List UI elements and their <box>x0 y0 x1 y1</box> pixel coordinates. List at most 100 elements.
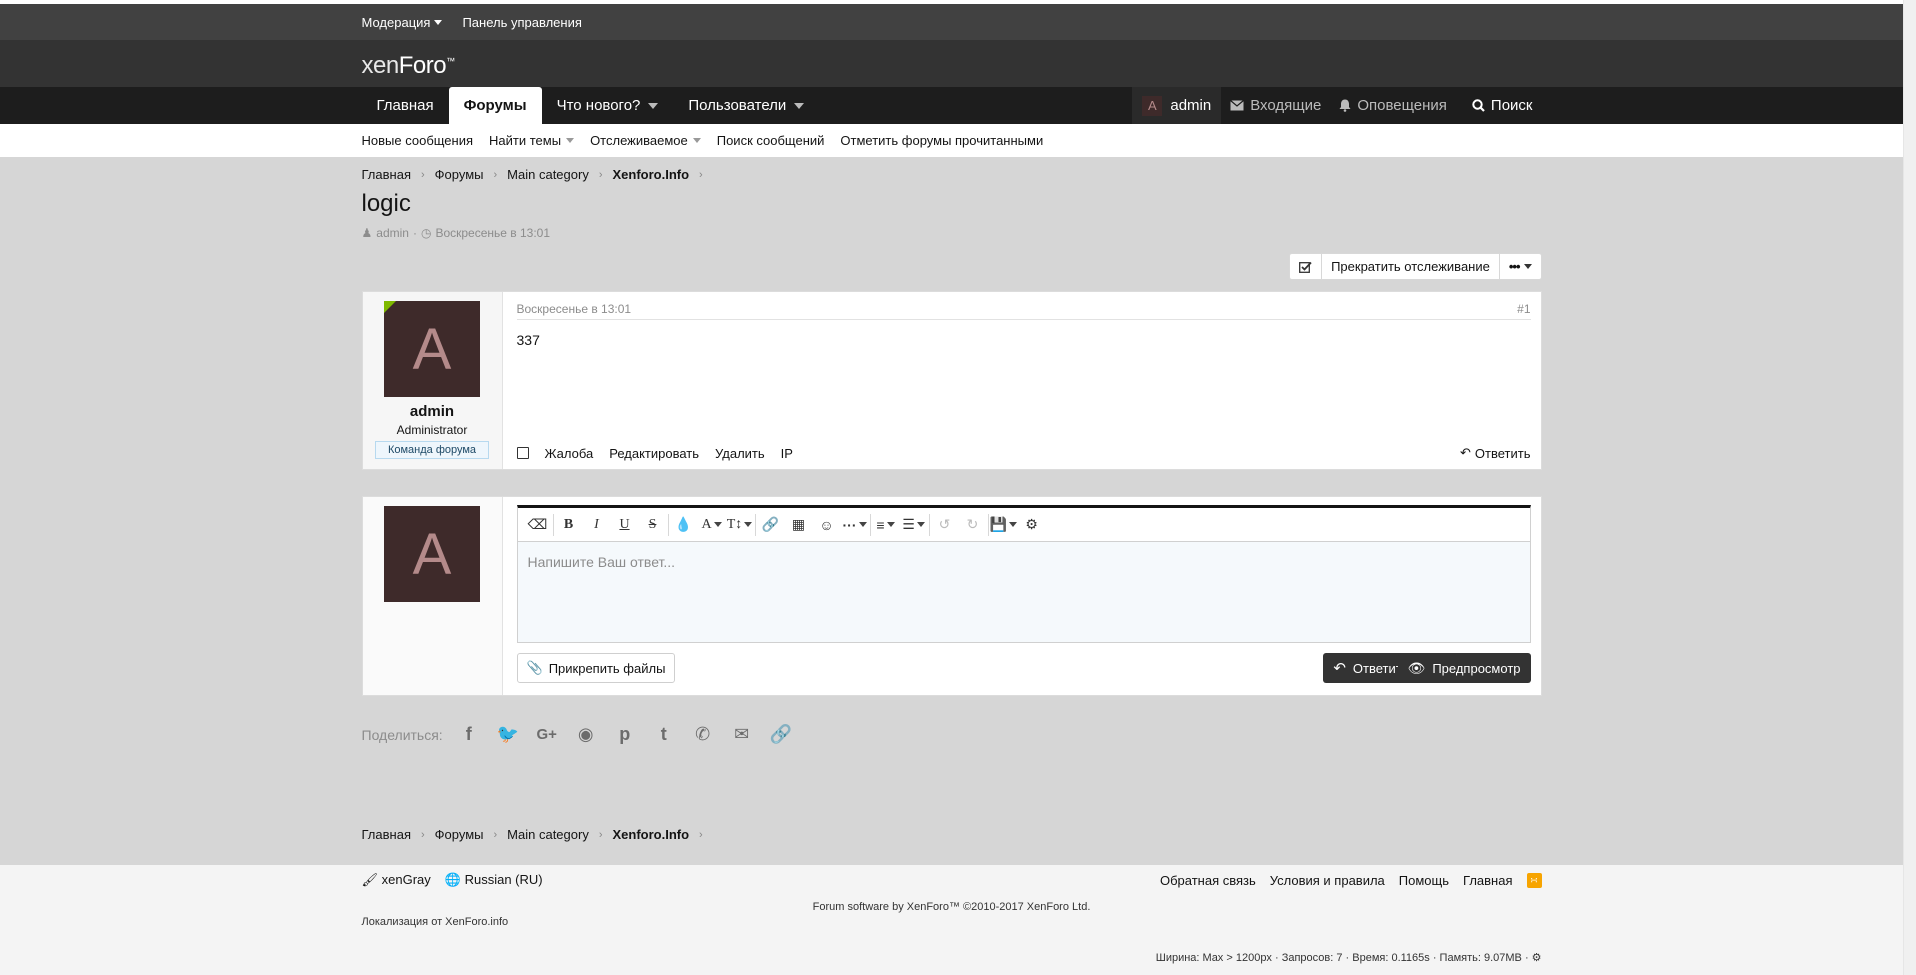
subnav-find-threads-label: Найти темы <box>489 133 562 148</box>
smiley-icon[interactable]: ☺ <box>813 511 841 539</box>
reply-input[interactable]: Напишите Ваш ответ... <box>517 542 1530 642</box>
post-username[interactable]: admin <box>410 403 454 420</box>
post-number[interactable]: #1 <box>1517 302 1530 316</box>
tumblr-icon[interactable]: t <box>651 724 677 745</box>
subnav-new-posts[interactable]: Новые сообщения <box>362 133 474 148</box>
email-icon[interactable]: ✉ <box>729 724 755 745</box>
breadcrumb-forums[interactable]: Форумы <box>435 167 484 182</box>
account-menu[interactable]: A admin <box>1132 87 1222 124</box>
image-icon[interactable]: ▦ <box>785 511 813 539</box>
avatar[interactable]: A <box>384 506 480 602</box>
drafts-icon[interactable]: 💾 <box>990 511 1018 539</box>
attach-files-label: Прикрепить файлы <box>548 660 666 676</box>
admin-panel-link[interactable]: Панель управления <box>462 15 581 30</box>
redo-icon[interactable]: ↻ <box>959 511 987 539</box>
gear-icon[interactable]: ⚙ <box>1532 951 1542 964</box>
search-link[interactable]: Поиск <box>1456 87 1542 124</box>
list-icon[interactable]: ☰ <box>900 511 928 539</box>
whatsapp-icon[interactable]: ✆ <box>690 724 716 745</box>
breadcrumb-category[interactable]: Main category <box>507 167 589 182</box>
page: Модерация Панель управления xenForo™ Гла… <box>0 0 1903 975</box>
site-header: xenForo™ <box>0 40 1903 87</box>
localization-credit[interactable]: Локализация от XenForo.info <box>362 916 1542 928</box>
underline-icon[interactable]: U <box>611 511 639 539</box>
checkbox-checked-icon <box>1299 261 1312 273</box>
delete-link[interactable]: Удалить <box>715 446 765 461</box>
moderation-menu[interactable]: Модерация <box>362 15 443 30</box>
post-select-checkbox[interactable] <box>516 447 529 459</box>
subnav-watched[interactable]: Отслеживаемое <box>590 133 701 148</box>
chevron-right-icon: › <box>420 168 425 181</box>
breadcrumb-forum[interactable]: Xenforo.Info <box>613 167 690 182</box>
page-scrollbar[interactable] <box>1903 0 1916 975</box>
chevron-right-icon: › <box>493 168 498 181</box>
site-logo[interactable]: xenForo™ <box>362 52 456 80</box>
debug-stats-text: Ширина: Max > 1200px · Запросов: 7 · Вре… <box>1155 951 1529 964</box>
unwatch-button[interactable]: Прекратить отслеживание <box>1321 254 1499 279</box>
twitter-icon[interactable]: 🐦 <box>495 724 521 745</box>
tab-forums-label: Форумы <box>463 97 527 114</box>
subnav-watched-label: Отслеживаемое <box>590 133 688 148</box>
post-body: Воскресенье в 13:01 #1 337 Жалоба Редакт… <box>503 292 1541 469</box>
google-plus-icon[interactable]: G+ <box>534 726 560 743</box>
subnav-find-threads[interactable]: Найти темы <box>489 133 575 148</box>
eraser-icon[interactable]: ⌫ <box>524 511 552 539</box>
facebook-icon[interactable]: f <box>456 724 482 745</box>
strikethrough-icon[interactable]: S <box>639 511 667 539</box>
subnav-mark-read[interactable]: Отметить форумы прочитанными <box>840 133 1043 148</box>
italic-icon[interactable]: I <box>583 511 611 539</box>
align-icon[interactable]: ≡ <box>872 511 900 539</box>
thread-author[interactable]: admin <box>376 226 409 240</box>
preview-button[interactable]: 👁 Предпросмотр <box>1397 653 1531 683</box>
language-chooser[interactable]: 🌐 Russian (RU) <box>445 872 543 888</box>
breadcrumb-forums[interactable]: Форумы <box>435 827 484 842</box>
tab-whats-new[interactable]: Что нового? <box>542 87 674 124</box>
reddit-icon[interactable]: ◉ <box>573 724 599 745</box>
footer-contact-link[interactable]: Обратная связь <box>1160 873 1256 888</box>
tab-members-label: Пользователи <box>688 97 787 114</box>
gear-icon[interactable]: ⚙ <box>1018 511 1046 539</box>
footer-help-link[interactable]: Помощь <box>1399 873 1449 888</box>
edit-link[interactable]: Редактировать <box>609 446 699 461</box>
color-drop-icon[interactable]: 💧 <box>670 511 698 539</box>
link-icon[interactable]: 🔗 <box>768 724 794 745</box>
breadcrumb-home[interactable]: Главная <box>362 167 411 182</box>
breadcrumb-home[interactable]: Главная <box>362 827 411 842</box>
style-chooser[interactable]: 🖌 xenGray <box>362 872 431 888</box>
breadcrumb-category[interactable]: Main category <box>507 827 589 842</box>
post-date[interactable]: Воскресенье в 13:01 <box>517 302 632 316</box>
logo-part-2: Foro <box>398 52 447 79</box>
copyright[interactable]: Forum software by XenForo™ ©2010-2017 Xe… <box>362 901 1542 913</box>
breadcrumb-forum[interactable]: Xenforo.Info <box>613 827 690 842</box>
pinterest-icon[interactable]: p <box>612 724 638 745</box>
search-icon <box>1472 99 1485 112</box>
rss-icon[interactable]: ∺ <box>1526 872 1542 888</box>
thread-date[interactable]: Воскресенье в 13:01 <box>435 226 550 240</box>
footer-terms-link[interactable]: Условия и правила <box>1270 873 1385 888</box>
avatar[interactable]: A <box>384 301 480 397</box>
thread-meta: ♟ admin · ◷ Воскресенье в 13:01 <box>361 226 551 240</box>
more-insert-icon[interactable]: ··· <box>841 511 869 539</box>
chevron-down-icon[interactable] <box>794 102 805 109</box>
post-user-info: A admin Administrator Команда форума <box>362 292 503 469</box>
inbox-link[interactable]: Входящие <box>1221 87 1330 124</box>
bold-icon[interactable]: B <box>555 511 583 539</box>
ip-link[interactable]: IP <box>781 446 793 461</box>
more-icon: ••• <box>1508 259 1521 274</box>
footer-home-link[interactable]: Главная <box>1463 873 1512 888</box>
tab-members[interactable]: Пользователи <box>673 87 819 124</box>
chevron-down-icon[interactable] <box>648 102 659 109</box>
alerts-link[interactable]: Оповещения <box>1330 87 1456 124</box>
font-family-icon[interactable]: A <box>698 511 726 539</box>
undo-icon[interactable]: ↺ <box>931 511 959 539</box>
link-icon[interactable]: 🔗 <box>757 511 785 539</box>
more-options-button[interactable]: ••• <box>1498 254 1541 279</box>
subnav-search-posts[interactable]: Поиск сообщений <box>717 133 825 148</box>
font-size-icon[interactable]: T↕ <box>726 511 754 539</box>
tab-forums[interactable]: Форумы <box>448 87 542 124</box>
tab-home[interactable]: Главная <box>362 87 449 124</box>
select-thread-button[interactable] <box>1290 254 1321 279</box>
attach-files-button[interactable]: 📎 Прикрепить файлы <box>516 653 676 683</box>
reply-link[interactable]: ↶ Ответить <box>1460 445 1530 461</box>
report-link[interactable]: Жалоба <box>545 446 594 461</box>
